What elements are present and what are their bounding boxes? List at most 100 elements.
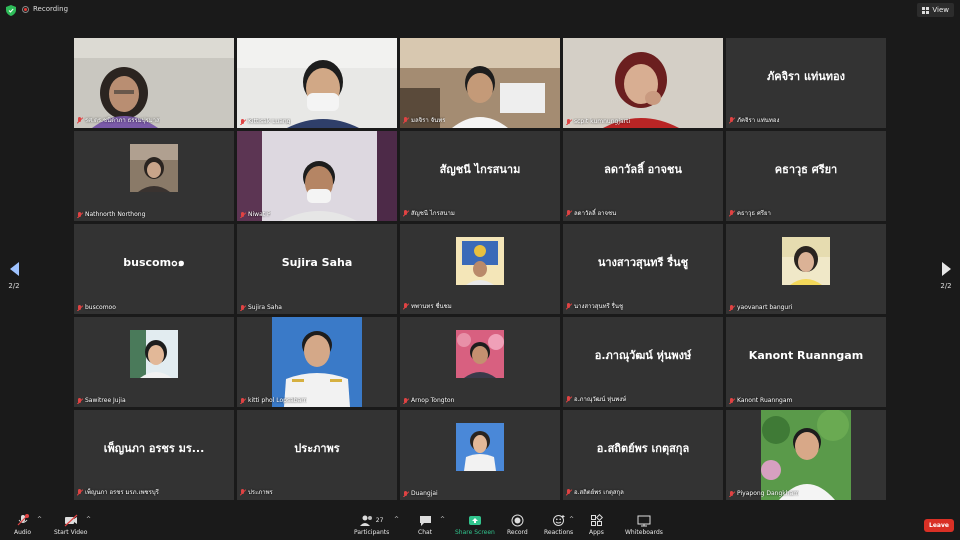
participant-name: Kanont Ruanngam (729, 397, 792, 404)
recording-label: Recording (33, 5, 69, 13)
video-tile[interactable]: buscom๐๑ buscomoo (74, 224, 234, 314)
video-tile[interactable]: มลจิรา จันทร (400, 38, 560, 128)
profile-picture (782, 237, 830, 285)
mic-muted-icon (403, 490, 409, 497)
recording-indicator[interactable]: Recording (22, 5, 68, 13)
chat-icon (419, 514, 432, 527)
participant-name: Arnop Tongton (403, 397, 454, 404)
start-video-button[interactable]: Start Video (54, 514, 87, 536)
mic-muted-icon (77, 489, 83, 495)
mic-muted-icon (403, 303, 409, 309)
participant-name: อ.สถิตย์พร เกตุสกุล (566, 487, 624, 497)
video-tile[interactable]: ภัคจิรา แท่นทอง ภัคจิรา แท่นทอง (726, 38, 886, 128)
participant-name: yaovanart banguri (729, 304, 792, 311)
next-page-button[interactable]: 2/2 (936, 262, 956, 290)
video-tile[interactable]: Kittisak Luang (237, 38, 397, 128)
video-tile[interactable]: Arnop Tongton (400, 317, 560, 407)
participant-display-name: คธาวุธ ศรียา (774, 163, 838, 176)
recording-dot-icon (22, 5, 29, 13)
view-label: View (932, 6, 949, 14)
video-tile[interactable]: รศ.ดร.ชนิดาภา ธรรมปุรมาส (74, 38, 234, 128)
profile-picture (130, 144, 178, 192)
participants-options-chevron-icon[interactable]: ^ (394, 516, 399, 523)
video-tile[interactable]: ทพานทร ชื่นชม (400, 224, 560, 314)
mic-muted-icon (729, 304, 735, 311)
video-tile[interactable]: เพ็ญนภา อรชร มร... เพ็ญนภา อรชร มรภ.เพชร… (74, 410, 234, 500)
participant-name: สัญชนี ไกรสนาม (403, 208, 455, 218)
video-tile[interactable]: อ.สถิตย์พร เกตุสกุล อ.สถิตย์พร เกตุสกุล (563, 410, 723, 500)
zoom-meeting-window: Recording View 2/2 2/2 รศ.ดร.ชนิดาภา ธรร… (0, 0, 960, 540)
participant-display-name: อ.ภาณุวัฒน์ หุ่นพงษ์ (594, 349, 692, 362)
participant-display-name: สัญชนี ไกรสนาม (439, 163, 521, 176)
mic-muted-icon (566, 118, 572, 125)
audio-button[interactable]: Audio (14, 514, 31, 536)
reactions-options-chevron-icon[interactable]: ^ (569, 516, 574, 523)
mic-muted-icon (566, 210, 572, 216)
participant-display-name: ลดาวัลลิ์ อาจชน (604, 163, 682, 176)
participant-display-name: buscom๐๑ (123, 256, 185, 269)
participant-video (237, 131, 397, 221)
mic-muted-icon (77, 117, 83, 123)
video-tile[interactable]: นางสาวสุนทรี รื่นชู นางสาวสุนทรี รื่นชู (563, 224, 723, 314)
video-tile[interactable]: คธาวุธ ศรียา คธาวุธ ศรียา (726, 131, 886, 221)
chat-button[interactable]: Chat (418, 514, 432, 536)
video-tile[interactable]: Sujira Saha Sujira Saha (237, 224, 397, 314)
participant-video (237, 38, 397, 128)
participants-count: 27 (375, 517, 384, 524)
participant-name: Nathnorth Northong (77, 211, 145, 218)
view-button[interactable]: View (917, 3, 954, 17)
participant-name: นางสาวสุนทรี รื่นชู (566, 301, 623, 311)
mic-muted-icon (240, 489, 246, 495)
participants-button[interactable]: 27 Participants (354, 514, 389, 536)
record-icon (511, 514, 524, 527)
chat-options-chevron-icon[interactable]: ^ (440, 516, 445, 523)
participant-name: มลจิรา จันทร (403, 115, 445, 125)
video-tile[interactable]: ประภาพร ประภาพร (237, 410, 397, 500)
mic-muted-icon (240, 304, 246, 311)
participant-name: ทพานทร ชื่นชม (403, 301, 452, 311)
mic-muted-icon (16, 514, 30, 527)
participant-display-name: เพ็ญนภา อรชร มร... (103, 442, 205, 455)
whiteboards-button[interactable]: Whiteboards (625, 514, 663, 536)
video-tile[interactable]: Kanont Ruanngam Kanont Ruanngam (726, 317, 886, 407)
profile-picture (761, 410, 851, 500)
participant-name: Sawitree Jujia (77, 397, 126, 404)
arrow-left-icon (9, 262, 19, 276)
page-indicator-right: 2/2 (940, 282, 952, 290)
video-tile[interactable]: yaovanart banguri (726, 224, 886, 314)
video-tile[interactable]: Duangjai (400, 410, 560, 500)
video-tile[interactable]: สัญชนี ไกรสนาม สัญชนี ไกรสนาม (400, 131, 560, 221)
video-tile[interactable]: Sawitree Jujia (74, 317, 234, 407)
participant-name: buscomoo (77, 304, 116, 311)
leave-button[interactable]: Leave (924, 519, 954, 532)
video-tile[interactable]: Piyapong Dangkham (726, 410, 886, 500)
audio-options-chevron-icon[interactable]: ^ (37, 516, 42, 523)
apps-button[interactable]: Apps (589, 514, 604, 536)
mic-muted-icon (77, 397, 83, 404)
participant-name: ประภาพร (240, 487, 273, 497)
share-screen-icon (468, 514, 482, 527)
participant-name: Sujira Saha (240, 304, 282, 311)
video-off-icon (63, 514, 79, 527)
video-tile[interactable]: ลดาวัลลิ์ อาจชน ลดาวัลลิ์ อาจชน (563, 131, 723, 221)
mic-muted-icon (566, 303, 572, 309)
mic-muted-icon (77, 211, 83, 218)
participant-name: เพ็ญนภา อรชร มรภ.เพชรบุรี (77, 487, 159, 497)
video-tile[interactable]: Nathnorth Northong (74, 131, 234, 221)
video-tile[interactable]: อ.ภาณุวัฒน์ หุ่นพงษ์ อ.ภาณุวัฒน์ หุ่นพงษ… (563, 317, 723, 407)
security-shield-icon[interactable] (6, 5, 16, 16)
video-options-chevron-icon[interactable]: ^ (86, 516, 91, 523)
previous-page-button[interactable]: 2/2 (4, 262, 24, 290)
share-screen-button[interactable]: Share Screen (455, 514, 495, 536)
participant-name: อ.ภาณุวัฒน์ หุ่นพงษ์ (566, 394, 626, 404)
profile-picture (272, 317, 362, 407)
participant-name: Piyapong Dangkham (729, 490, 799, 497)
video-tile[interactable]: scpit kumnungjarti (563, 38, 723, 128)
participant-display-name: Sujira Saha (281, 255, 353, 269)
video-tile[interactable]: Niwat P (237, 131, 397, 221)
video-tile[interactable]: kitti phol Lopsabarn (237, 317, 397, 407)
record-button[interactable]: Record (507, 514, 528, 536)
mic-muted-icon (77, 304, 83, 311)
meeting-toolbar: Audio ^ Start Video ^ 27 Participants ^ … (0, 508, 960, 540)
mic-muted-icon (729, 397, 735, 404)
